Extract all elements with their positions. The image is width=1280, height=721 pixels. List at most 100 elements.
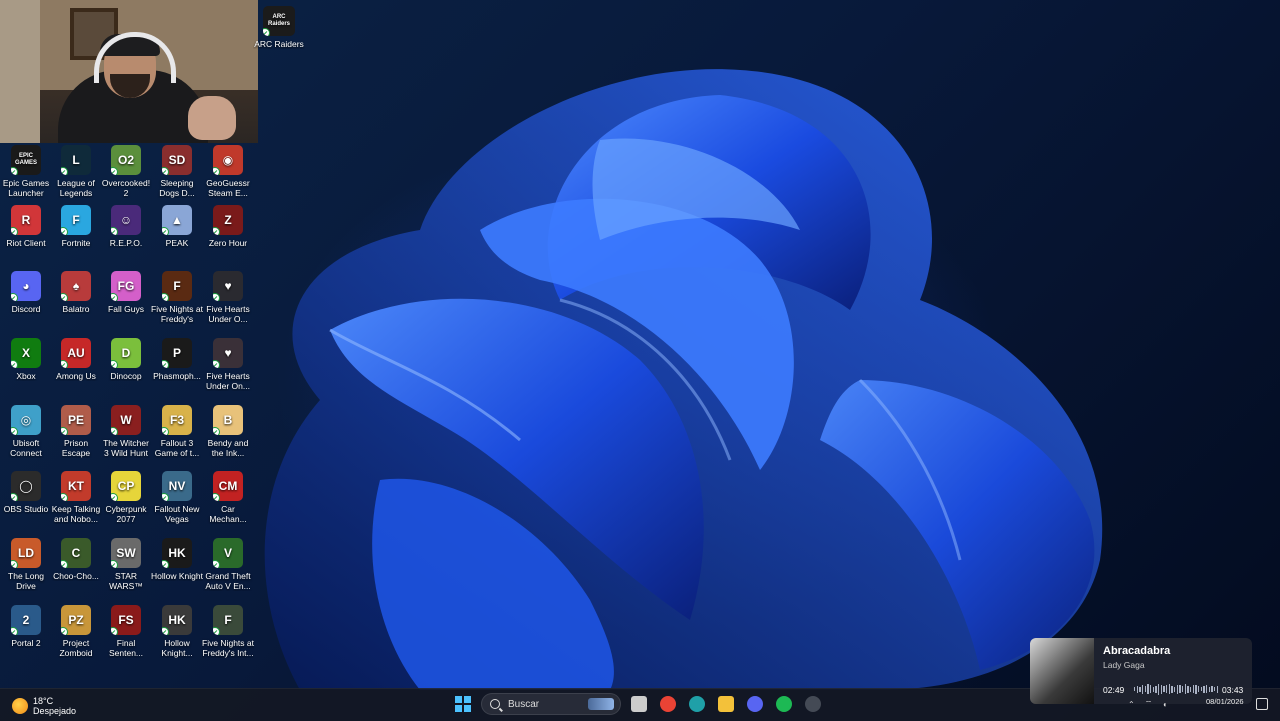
desktop-icon-label: Prison Escape Simulator D... (61, 438, 91, 458)
hollow-knight-icon: HK (162, 538, 192, 568)
desktop-icon[interactable]: HK Hollow Knight (151, 538, 203, 581)
desktop-icon-label: STAR WARS™ Knights of t... (109, 571, 143, 591)
taskbar-app-spotify[interactable] (773, 693, 795, 715)
desktop-icon[interactable]: W The Witcher 3 Wild Hunt (100, 405, 152, 458)
track-title: Abracadabra (1103, 645, 1171, 657)
fall-guys-icon: FG (111, 271, 141, 301)
taskbar-app-discord[interactable] (744, 693, 766, 715)
desktop-icon[interactable]: ◕ Discord (0, 271, 52, 314)
desktop-icon[interactable]: NV Fallout New Vegas (151, 471, 203, 524)
desktop-icon[interactable]: ☺ R.E.P.O. (100, 205, 152, 248)
desktop-icon[interactable]: X Xbox (0, 338, 52, 381)
desktop-icon-label: Grand Theft Auto V En... (205, 571, 251, 591)
five-hearts-2-icon: ♥ (213, 338, 243, 368)
search-placeholder: Buscar (508, 698, 540, 710)
desktop-icon[interactable]: P Phasmoph... (151, 338, 203, 381)
system-clock[interactable]: 08/01/2026 (1206, 697, 1244, 706)
desktop-icon-label: Epic Games Launcher (2, 178, 50, 198)
desktop-icon-label: Discord (11, 304, 41, 314)
desktop-icon[interactable]: PZ Project Zomboid (50, 605, 102, 658)
desktop-icon[interactable]: ♠ Balatro (50, 271, 102, 314)
taskbar-app-task-view[interactable] (628, 693, 650, 715)
desktop-icon[interactable]: F3 Fallout 3 Game of t... (151, 405, 203, 458)
fallout3-icon: F3 (162, 405, 192, 435)
discord-icon (747, 696, 763, 712)
desktop-icon[interactable]: L League of Legends (50, 145, 102, 198)
desktop-icon[interactable]: KT Keep Talking and Nobo... (50, 471, 102, 524)
desktop-icon[interactable]: SW STAR WARS™ Knights of t... (100, 538, 152, 591)
desktop-icon[interactable]: CM Car Mechan... (202, 471, 254, 524)
desktop-icon-label: Fallout 3 Game of t... (154, 438, 200, 458)
desktop-icon[interactable]: F Fortnite (50, 205, 102, 248)
start-button[interactable] (452, 693, 474, 715)
riot-client-icon: R (11, 205, 41, 235)
desktop-icon[interactable]: F Five Nights at Freddy's Int... (202, 605, 254, 658)
desktop-icon[interactable]: ◎ Ubisoft Connect (0, 405, 52, 458)
taskbar-app-obs[interactable] (802, 693, 824, 715)
desktop-icon[interactable]: LD The Long Drive (0, 538, 52, 591)
desktop-icon[interactable]: ♥ Five Hearts Under O... (202, 271, 254, 324)
desktop-icon-label: Car Mechan... (209, 504, 247, 524)
desktop-icon-label: Five Nights at Freddy's Int... (202, 638, 254, 658)
desktop-icon-label: Bendy and the Ink... (207, 438, 249, 458)
task-view-icon (631, 696, 647, 712)
dinocop-icon: D (111, 338, 141, 368)
desktop-icon[interactable]: CP Cyberpunk 2077 (100, 471, 152, 524)
hollow-knight-silksong-icon: HK (162, 605, 192, 635)
desktop-icon[interactable]: HK Hollow Knight... (151, 605, 203, 658)
witcher-icon: W (111, 405, 141, 435)
cyberpunk-icon: CP (111, 471, 141, 501)
overcooked-icon: O2 (111, 145, 141, 175)
epic-games-icon: EPIC GAMES (11, 145, 41, 175)
desktop-icon[interactable]: FG Fall Guys (100, 271, 152, 314)
weather-widget[interactable]: 18°C Despejado (12, 693, 76, 719)
desktop-icon[interactable]: R Riot Client (0, 205, 52, 248)
chevron-up-icon[interactable]: ⌃ (1128, 700, 1135, 709)
desktop-icon[interactable]: EPIC GAMES Epic Games Launcher (0, 145, 52, 198)
desktop-icon[interactable]: B Bendy and the Ink... (202, 405, 254, 458)
project-zomboid-icon: PZ (61, 605, 91, 635)
five-hearts-icon: ♥ (213, 271, 243, 301)
desktop-icon[interactable]: ▲ PEAK (151, 205, 203, 248)
desktop-icon-label: Fallout New Vegas (154, 504, 200, 524)
discord-icon: ◕ (11, 271, 41, 301)
obs-icon: ◯ (11, 471, 41, 501)
weather-condition: Despejado (33, 706, 77, 716)
desktop-icon-label: Fortnite (61, 238, 91, 248)
edge-icon (689, 696, 705, 712)
star-wars-icon: SW (111, 538, 141, 568)
taskbar-app-chrome[interactable] (657, 693, 679, 715)
desktop-icon-label: Xbox (16, 371, 36, 381)
clock-date: 08/01/2026 (1206, 697, 1244, 706)
taskbar-search[interactable]: Buscar (481, 693, 621, 715)
desktop-icon[interactable]: F Five Nights at Freddy's (151, 271, 203, 324)
desktop-icon[interactable]: V Grand Theft Auto V En... (202, 538, 254, 591)
desktop-icon[interactable]: O2 Overcooked! 2 (100, 145, 152, 198)
desktop-icon[interactable]: AU Among Us (50, 338, 102, 381)
desktop-icon[interactable]: SD Sleeping Dogs D... (151, 145, 203, 198)
desktop-icon-arc-raiders[interactable]: ARC Raiders ARC Raiders (253, 6, 305, 49)
desktop-icon-label: Final Senten... (108, 638, 144, 658)
notification-icon[interactable] (1256, 698, 1268, 710)
desktop-icon[interactable]: 2 Portal 2 (0, 605, 52, 648)
volume-icon[interactable]: ◖ (1162, 700, 1167, 709)
choo-choo-icon: C (61, 538, 91, 568)
desktop-icon[interactable]: ♥ Five Hearts Under On... (202, 338, 254, 391)
desktop-icon[interactable]: Z Zero Hour (202, 205, 254, 248)
desktop-icon[interactable]: FS Final Senten... (100, 605, 152, 658)
taskbar-app-edge[interactable] (686, 693, 708, 715)
desktop-icon-label: Five Hearts Under On... (206, 371, 250, 391)
taskbar-app-file-explorer[interactable] (715, 693, 737, 715)
fnaf-icon: F (162, 271, 192, 301)
desktop-icon[interactable]: ◉ GeoGuessr Steam E... (202, 145, 254, 198)
zero-hour-icon: Z (213, 205, 243, 235)
desktop-icon[interactable]: ◯ OBS Studio (0, 471, 52, 514)
desktop-icon[interactable]: D Dinocop (100, 338, 152, 381)
keep-talking-icon: KT (61, 471, 91, 501)
desktop-icon-label: Cyberpunk 2077 (105, 504, 147, 524)
desktop-icon[interactable]: PE Prison Escape Simulator D... (50, 405, 102, 458)
media-player-widget[interactable]: Abracadabra Lady Gaga 02:49 03:43 (1030, 638, 1252, 704)
desktop-icon-label: League of Legends (57, 178, 95, 198)
network-icon[interactable]: ⌔ (1145, 699, 1153, 709)
desktop-icon[interactable]: C Choo-Cho... (50, 538, 102, 581)
